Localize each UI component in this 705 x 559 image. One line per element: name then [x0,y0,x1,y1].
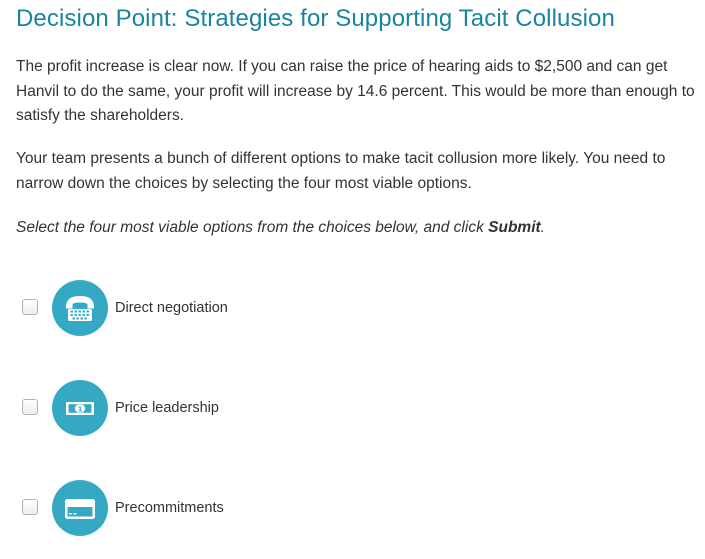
instruction-text-before: Select the four most viable options from… [16,219,489,236]
option-checkbox[interactable] [22,299,38,315]
credit-card-icon [52,480,108,536]
option-checkbox[interactable] [22,399,38,415]
svg-text:1: 1 [78,405,83,413]
option-label: Price leadership [115,400,219,416]
option-label: Direct negotiation [115,300,228,316]
option-label: Precommitments [115,500,224,516]
intro-paragraph: The profit increase is clear now. If you… [16,58,695,124]
option-direct-negotiation[interactable]: Direct negotiation [0,279,705,339]
option-price-leadership[interactable]: 1 Price leadership [0,379,705,439]
decision-point-page: Decision Point: Strategies for Supportin… [0,0,705,559]
instruction-submit-word: Submit [488,219,541,236]
options-paragraph: Your team presents a bunch of different … [16,150,666,192]
instruction-text-after: . [540,219,545,236]
option-precommitments[interactable]: Precommitments [0,479,705,539]
telephone-icon [52,280,108,336]
page-title: Decision Point: Strategies for Supportin… [16,5,615,32]
banknote-icon: 1 [52,380,108,436]
instruction-text: Select the four most viable options from… [16,216,545,240]
option-checkbox[interactable] [22,499,38,515]
